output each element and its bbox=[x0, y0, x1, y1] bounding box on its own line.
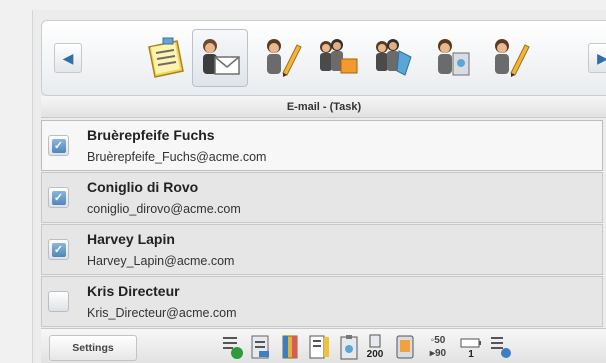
list-people-icon[interactable] bbox=[489, 333, 513, 361]
contact-checkbox[interactable]: ✓ bbox=[48, 135, 69, 156]
toolbar: ◀ ▶ bbox=[41, 20, 606, 96]
edit-contact-tool-button-2[interactable] bbox=[482, 29, 538, 87]
app-frame: ◀ ▶ E-mail - (Task) ✓ Bruèrepfeife Fuchs… bbox=[32, 10, 606, 363]
clipboard-tool-button[interactable] bbox=[426, 29, 482, 87]
contact-row[interactable]: ✓ Kris Directeur Kris_Directeur@acme.com bbox=[41, 276, 603, 327]
count-one: 1 bbox=[468, 349, 474, 360]
arrow-left-icon: ◀ bbox=[62, 49, 74, 66]
group-folder-tool-button[interactable] bbox=[310, 29, 366, 87]
stat-a: ◦50 bbox=[430, 335, 446, 346]
contact-email: coniglio_dirovo@acme.com bbox=[87, 202, 241, 216]
people-tag-icon bbox=[376, 39, 412, 76]
contact-email: Kris_Directeur@acme.com bbox=[87, 306, 237, 320]
contact-name: Kris Directeur bbox=[87, 283, 180, 299]
group-tag-tool-button[interactable] bbox=[366, 29, 422, 87]
email-tool-button[interactable] bbox=[192, 29, 248, 87]
contact-row[interactable]: ✓ Coniglio di Rovo coniglio_dirovo@acme.… bbox=[41, 172, 603, 223]
checkmark-icon: ✓ bbox=[51, 242, 66, 257]
settings-button[interactable]: Settings bbox=[49, 335, 137, 361]
page-count: 200 bbox=[366, 349, 384, 360]
book-icon[interactable] bbox=[279, 333, 303, 361]
person-pencil-icon bbox=[495, 39, 530, 77]
document-icon[interactable] bbox=[249, 333, 273, 361]
contact-name: Coniglio di Rovo bbox=[87, 179, 199, 195]
scroll-left-button[interactable]: ◀ bbox=[54, 43, 82, 73]
people-folder-icon bbox=[320, 39, 358, 74]
page-title: E-mail - (Task) bbox=[41, 96, 606, 118]
contact-name: Bruèrepfeife Fuchs bbox=[87, 127, 215, 143]
checkmark-icon: ✓ bbox=[51, 138, 66, 153]
arrow-right-icon: ▶ bbox=[597, 49, 606, 66]
person-pencil-icon bbox=[267, 39, 302, 77]
contact-list: ✓ Bruèrepfeife Fuchs Bruèrepfeife_Fuchs@… bbox=[41, 120, 606, 327]
contact-email: Bruèrepfeife_Fuchs@acme.com bbox=[87, 150, 267, 164]
stat-b: ▸90 bbox=[429, 348, 447, 359]
edit-contact-tool-button[interactable] bbox=[254, 29, 310, 87]
sync-icon[interactable] bbox=[221, 333, 245, 361]
scroll-right-button[interactable]: ▶ bbox=[588, 43, 606, 73]
contact-checkbox[interactable]: ✓ bbox=[48, 239, 69, 260]
tablet-icon[interactable] bbox=[393, 333, 417, 361]
contact-row[interactable]: ✓ Bruèrepfeife Fuchs Bruèrepfeife_Fuchs@… bbox=[41, 120, 603, 171]
checkmark-icon: ✓ bbox=[51, 190, 66, 205]
checkmark-icon: ✓ bbox=[52, 295, 66, 309]
person-clipboard-icon bbox=[438, 39, 470, 76]
notepad-tool-button[interactable] bbox=[138, 29, 194, 87]
contact-row[interactable]: ✓ Harvey Lapin Harvey_Lapin@acme.com bbox=[41, 224, 603, 275]
notepad-icon bbox=[148, 37, 184, 78]
contact-checkbox[interactable]: ✓ bbox=[48, 291, 69, 312]
clipboard-icon[interactable] bbox=[337, 333, 361, 361]
person-email-icon bbox=[203, 39, 240, 75]
notes-icon[interactable] bbox=[307, 333, 331, 361]
contact-name: Harvey Lapin bbox=[87, 231, 175, 247]
contact-checkbox[interactable]: ✓ bbox=[48, 187, 69, 208]
contact-email: Harvey_Lapin@acme.com bbox=[87, 254, 235, 268]
bottom-toolbar: Settings 200 ◦50 ▸90 1 bbox=[41, 328, 606, 363]
